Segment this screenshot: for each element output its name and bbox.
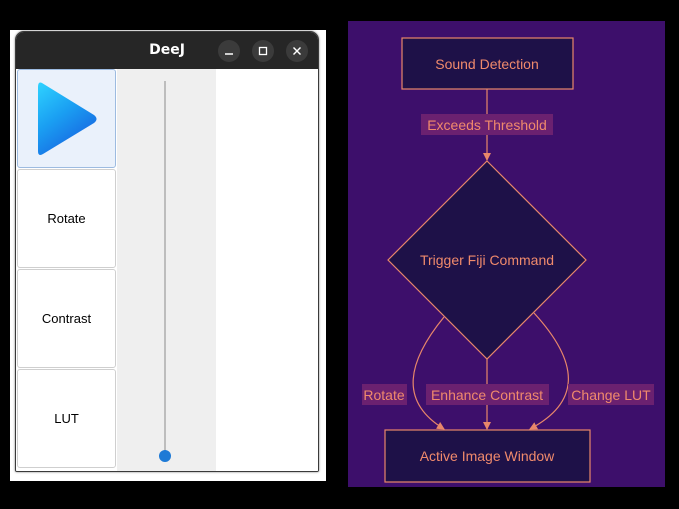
button-column: Rotate Contrast LUT [16, 69, 117, 471]
minimize-button[interactable] [218, 40, 240, 62]
close-icon [293, 47, 301, 55]
edge-label-change-lut-text: Change LUT [571, 387, 651, 403]
play-button[interactable] [17, 69, 116, 168]
display-panel [216, 69, 318, 471]
close-button[interactable] [286, 40, 308, 62]
rotate-button[interactable]: Rotate [17, 169, 116, 268]
flowchart-diagram: Sound Detection Exceeds Threshold Trigge… [348, 21, 665, 487]
maximize-icon [258, 46, 268, 56]
maximize-button[interactable] [252, 40, 274, 62]
edge-label-rotate-text: Rotate [363, 387, 404, 403]
contrast-button[interactable]: Contrast [17, 269, 116, 368]
minimize-icon [225, 53, 233, 55]
title-bar[interactable]: DeeJ [16, 32, 318, 69]
node-sound-detection-label: Sound Detection [435, 56, 539, 72]
edge-rotate [412, 316, 445, 430]
node-active-image-window: Active Image Window [384, 429, 591, 483]
edge-label-enhance-contrast-text: Enhance Contrast [431, 387, 543, 403]
node-active-image-label: Active Image Window [420, 448, 555, 464]
lut-button[interactable]: LUT [17, 369, 116, 468]
node-trigger-fiji-command: Trigger Fiji Command [387, 160, 587, 360]
edge-label-change-lut: Change LUT [568, 384, 654, 405]
edge-label-enhance-contrast: Enhance Contrast [426, 384, 549, 405]
edge-change-lut [529, 312, 569, 430]
slider-track[interactable] [164, 81, 166, 456]
edge-label-exceeds-threshold: Exceeds Threshold [421, 114, 553, 135]
play-icon [37, 82, 96, 155]
node-sound-detection: Sound Detection [401, 37, 574, 90]
edge-label-exceeds-threshold-text: Exceeds Threshold [427, 117, 547, 133]
vertical-slider[interactable] [117, 69, 216, 471]
window-content: Rotate Contrast LUT [16, 69, 318, 471]
slider-handle[interactable] [159, 450, 171, 462]
app-window: DeeJ Rotate Contrast LUT [15, 31, 319, 472]
edge-label-rotate: Rotate [362, 384, 407, 405]
flowchart-svg: Sound Detection Exceeds Threshold Trigge… [362, 37, 654, 483]
node-trigger-fiji-label: Trigger Fiji Command [420, 252, 554, 268]
